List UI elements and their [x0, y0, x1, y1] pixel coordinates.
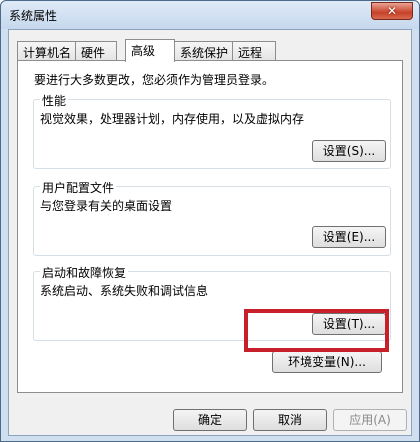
window-title: 系统属性 [9, 9, 58, 23]
environment-variables-button[interactable]: 环境变量(N)... [272, 351, 382, 373]
performance-description: 视觉效果，处理器计划，内存使用，以及虚拟内存 [40, 112, 305, 126]
tab-system-protection[interactable]: 系统保护 [174, 41, 233, 61]
ok-button[interactable]: 确定 [173, 409, 247, 431]
tab-label: 硬件 [81, 46, 106, 60]
highlight-annotation [244, 309, 389, 352]
user-profiles-group: 用户配置文件 与您登录有关的桌面设置 设置(E)... [33, 179, 391, 256]
tab-label: 远程 [238, 46, 263, 60]
title-bar[interactable]: 系统属性 ✕ [1, 1, 419, 29]
tab-computer-name[interactable]: 计算机名 [17, 41, 76, 61]
close-button[interactable]: ✕ [371, 2, 413, 20]
tab-remote[interactable]: 远程 [232, 41, 276, 61]
tab-hardware[interactable]: 硬件 [75, 41, 117, 61]
performance-group: 性能 视觉效果，处理器计划，内存使用，以及虚拟内存 设置(S)... [33, 92, 391, 169]
startup-recovery-group-label: 启动和故障恢复 [40, 264, 129, 281]
dialog-client-area: 计算机名 硬件 高级 系统保护 远程 要进行大多数更改，您必须作为管理员登录。 … [8, 29, 412, 436]
cancel-button[interactable]: 取消 [253, 409, 327, 431]
performance-settings-button[interactable]: 设置(S)... [312, 140, 386, 162]
apply-button[interactable]: 应用(A) [333, 409, 407, 431]
admin-notice: 要进行大多数更改，您必须作为管理员登录。 [34, 73, 275, 87]
performance-group-label: 性能 [40, 92, 69, 109]
tab-advanced[interactable]: 高级 [125, 39, 175, 62]
tab-label: 高级 [131, 44, 156, 58]
close-icon: ✕ [386, 4, 398, 18]
system-properties-dialog: 系统属性 ✕ 计算机名 硬件 高级 系统保护 远程 要进行大多数更改，您必须作为… [0, 0, 420, 442]
user-profiles-settings-button[interactable]: 设置(E)... [312, 226, 386, 248]
startup-recovery-description: 系统启动、系统失败和调试信息 [40, 284, 209, 298]
tab-label: 计算机名 [23, 46, 72, 60]
user-profiles-group-label: 用户配置文件 [40, 179, 117, 196]
user-profiles-description: 与您登录有关的桌面设置 [40, 199, 173, 213]
tab-label: 系统保护 [180, 46, 229, 60]
